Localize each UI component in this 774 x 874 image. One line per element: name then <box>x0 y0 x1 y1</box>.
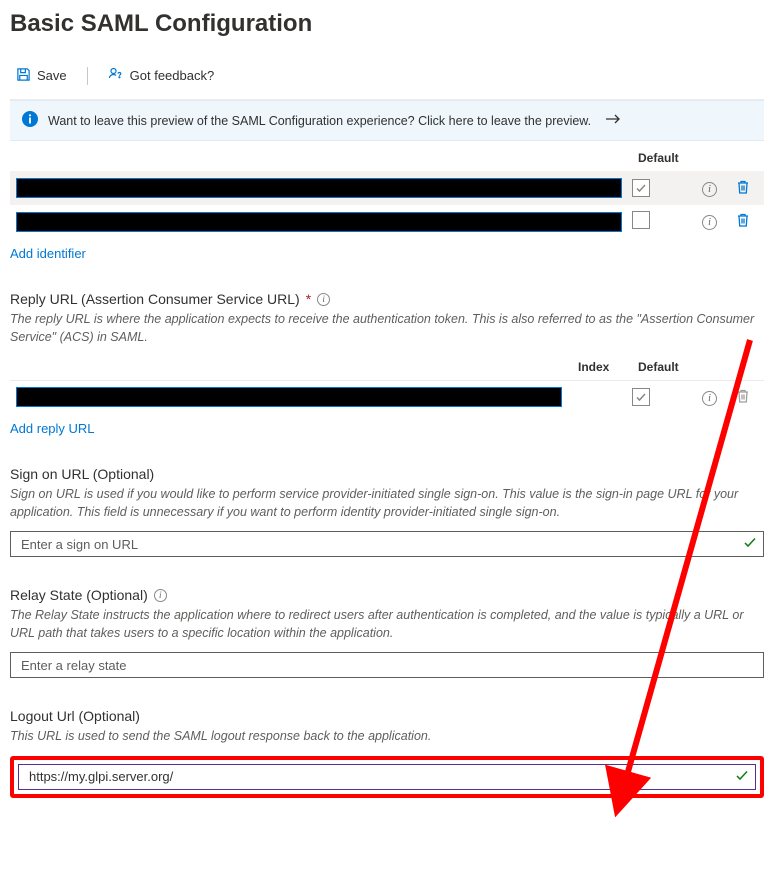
checkmark-icon <box>735 768 749 785</box>
add-identifier-link[interactable]: Add identifier <box>10 246 86 261</box>
reply-url-help: The reply URL is where the application e… <box>10 311 764 346</box>
reply-url-value-redacted[interactable] <box>16 387 562 407</box>
relay-state-section: Relay State (Optional) i The Relay State… <box>10 587 764 678</box>
column-index: Index <box>578 360 638 374</box>
required-star: * <box>306 291 311 307</box>
save-icon <box>16 67 31 85</box>
info-icon[interactable]: i <box>154 589 167 602</box>
identifier-header-row: Default <box>10 147 764 171</box>
reply-url-section: Reply URL (Assertion Consumer Service UR… <box>10 291 764 436</box>
default-checkbox[interactable] <box>632 179 650 197</box>
info-icon[interactable]: i <box>317 293 330 306</box>
identifier-row: i <box>10 204 764 238</box>
arrow-right-icon <box>605 113 621 128</box>
checkmark-icon <box>743 536 757 553</box>
relay-state-label-text: Relay State (Optional) <box>10 587 148 603</box>
identifier-row: i <box>10 171 764 204</box>
reply-url-table: Index Default i <box>10 356 764 413</box>
save-button[interactable]: Save <box>10 63 73 89</box>
delete-icon[interactable] <box>736 183 750 198</box>
sign-on-url-input[interactable] <box>19 536 735 553</box>
info-icon[interactable]: i <box>702 182 717 197</box>
info-icon[interactable]: i <box>702 391 717 406</box>
banner-text: Want to leave this preview of the SAML C… <box>48 114 591 128</box>
feedback-button[interactable]: Got feedback? <box>102 62 221 89</box>
relay-state-label: Relay State (Optional) i <box>10 587 764 603</box>
sign-on-url-label: Sign on URL (Optional) <box>10 466 764 482</box>
preview-banner[interactable]: Want to leave this preview of the SAML C… <box>10 100 764 141</box>
feedback-label: Got feedback? <box>130 68 215 83</box>
delete-icon[interactable] <box>736 392 750 407</box>
sign-on-url-section: Sign on URL (Optional) Sign on URL is us… <box>10 466 764 557</box>
identifier-table: Default i i <box>10 147 764 238</box>
info-icon[interactable]: i <box>702 215 717 230</box>
save-label: Save <box>37 68 67 83</box>
feedback-icon <box>108 66 124 85</box>
logout-url-help: This URL is used to send the SAML logout… <box>10 728 764 746</box>
identifier-value-redacted[interactable] <box>16 178 622 198</box>
logout-url-section: Logout Url (Optional) This URL is used t… <box>10 708 764 798</box>
add-reply-url-link[interactable]: Add reply URL <box>10 421 95 436</box>
delete-icon[interactable] <box>736 216 750 231</box>
relay-state-input-wrap <box>10 652 764 678</box>
identifier-value-redacted[interactable] <box>16 212 622 232</box>
page-title: Basic SAML Configuration <box>10 10 764 38</box>
relay-state-input[interactable] <box>19 657 735 674</box>
reply-url-label: Reply URL (Assertion Consumer Service UR… <box>10 291 764 307</box>
info-icon <box>22 111 38 130</box>
relay-state-help: The Relay State instructs the applicatio… <box>10 607 764 642</box>
sign-on-url-input-wrap <box>10 531 764 557</box>
reply-url-header-row: Index Default <box>10 356 764 380</box>
toolbar: Save Got feedback? <box>10 58 764 100</box>
reply-url-label-text: Reply URL (Assertion Consumer Service UR… <box>10 291 300 307</box>
logout-url-input-wrap <box>18 764 756 790</box>
column-default: Default <box>638 360 708 374</box>
annotation-highlight-box <box>10 756 764 798</box>
toolbar-separator <box>87 67 88 85</box>
sign-on-url-help: Sign on URL is used if you would like to… <box>10 486 764 521</box>
logout-url-input[interactable] <box>27 768 727 785</box>
column-default: Default <box>638 151 708 165</box>
default-checkbox[interactable] <box>632 211 650 229</box>
logout-url-label: Logout Url (Optional) <box>10 708 764 724</box>
reply-url-row: i <box>10 380 764 413</box>
default-checkbox[interactable] <box>632 388 650 406</box>
